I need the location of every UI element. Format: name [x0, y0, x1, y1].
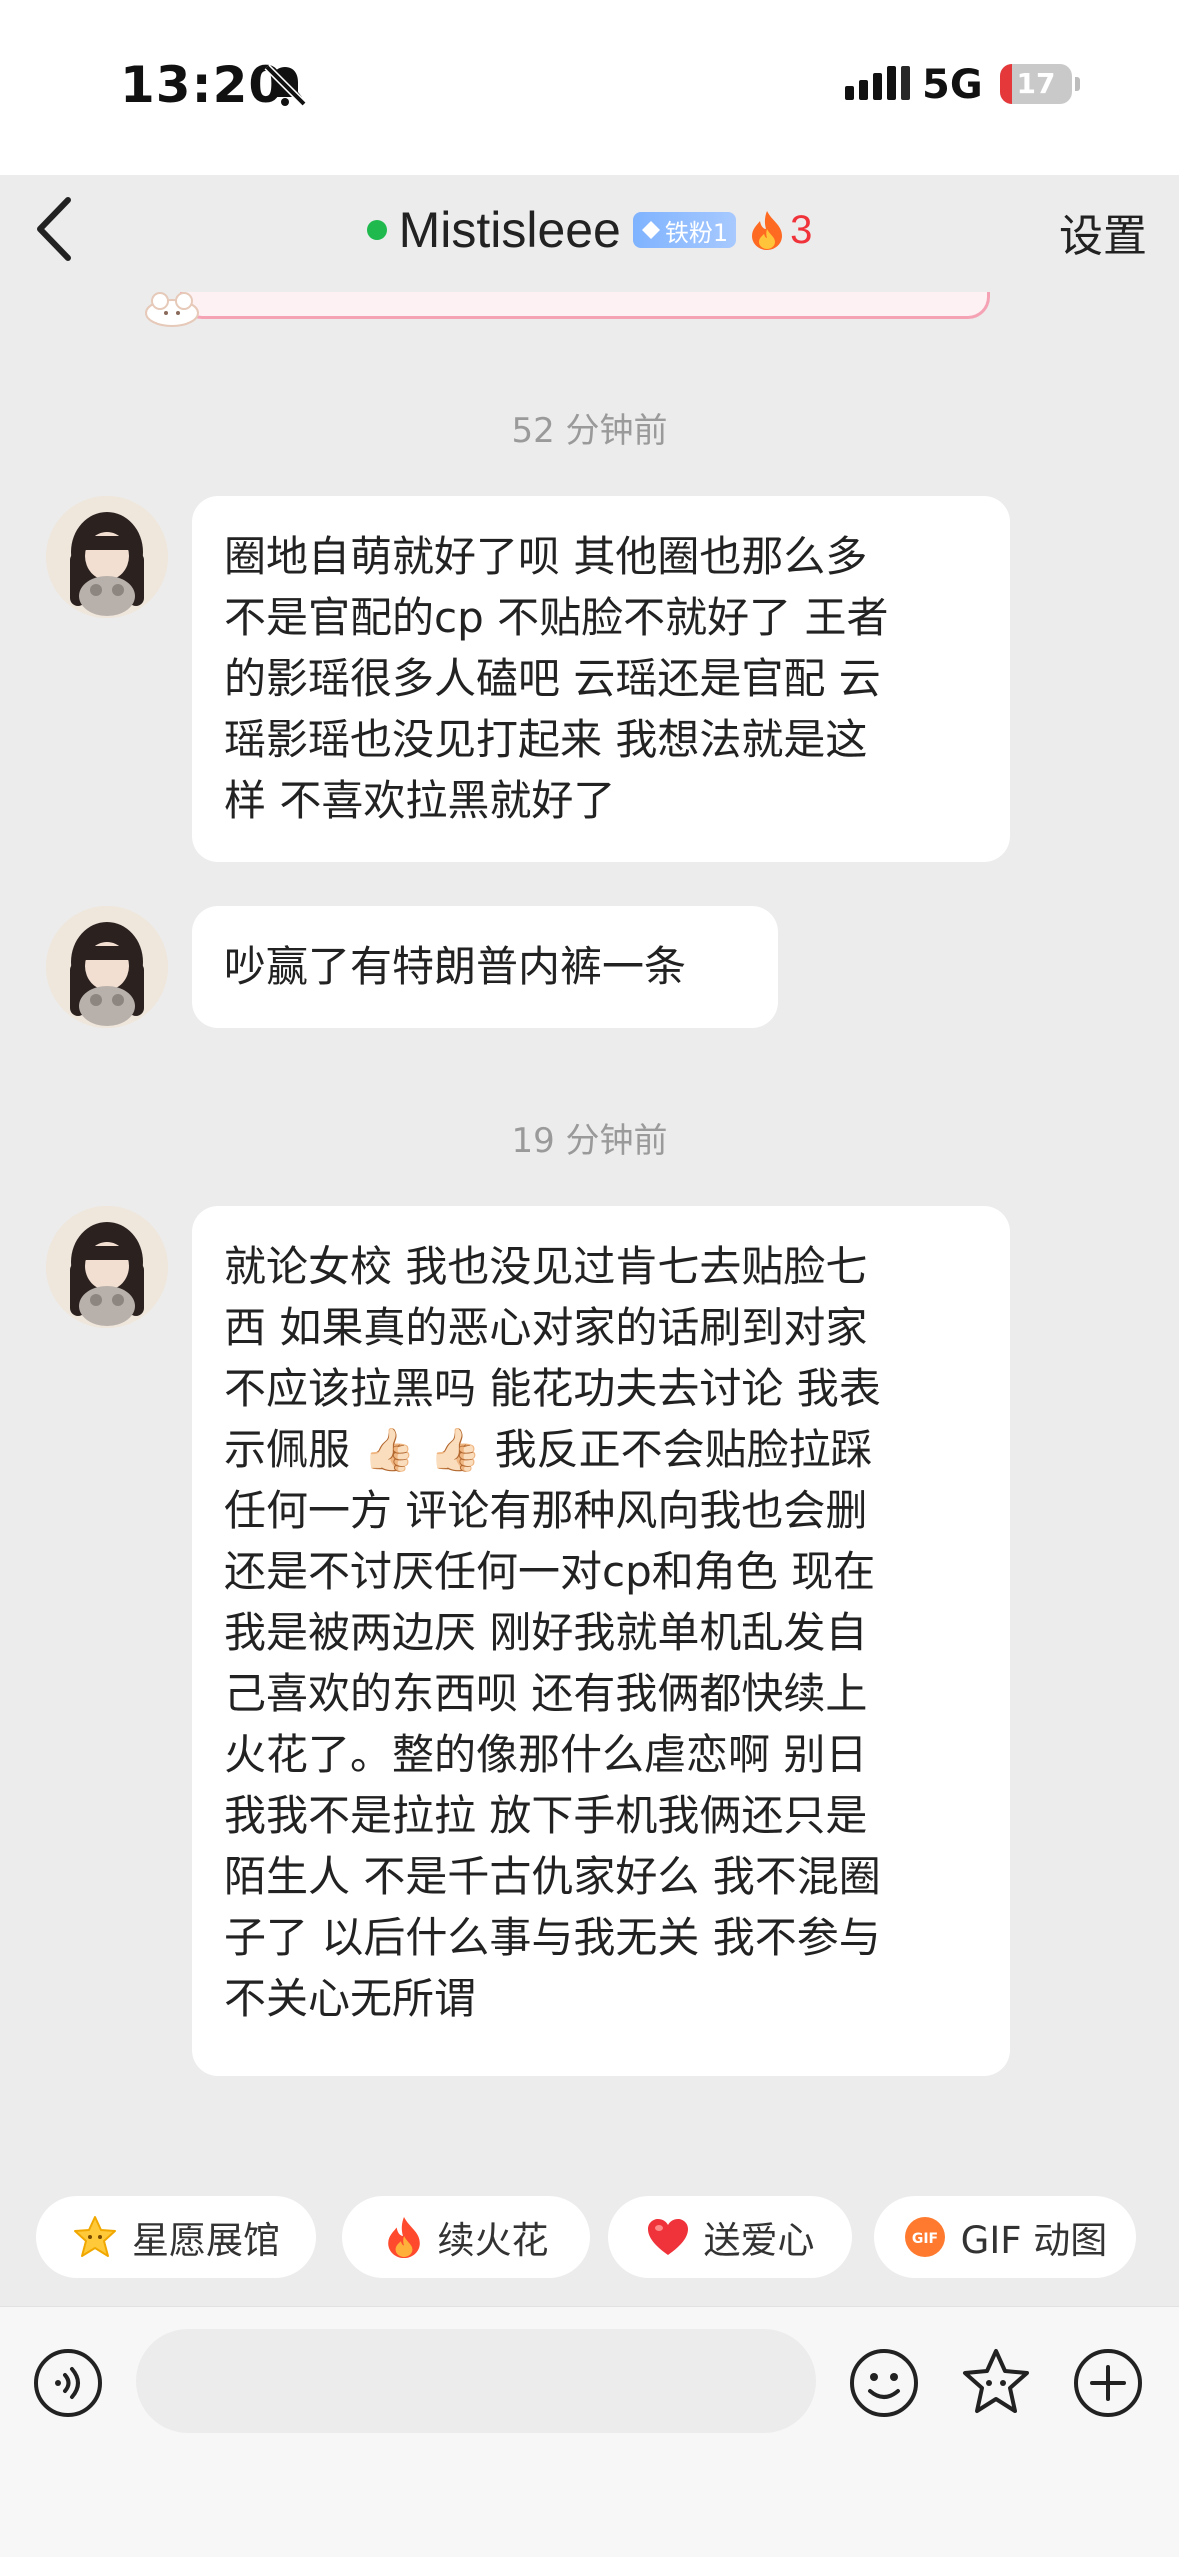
message-line: 圈地自萌就好了呗 其他圈也那么多 [224, 532, 868, 581]
message-line: 不是官配的cp 不贴脸不就好了 王者 [224, 593, 889, 642]
message-input-bar [0, 2306, 1179, 2557]
avatar-image [46, 496, 168, 618]
message-line: 西 如果真的恶心对家的话刷到对家 [224, 1303, 868, 1352]
avatar[interactable] [46, 496, 168, 618]
quick-actions-bar: 星愿展馆 续火花 送爱心 GIF GIF 动图 [0, 2182, 1179, 2300]
message-timestamp: 52 分钟前 [511, 411, 668, 451]
message-line: 任何一方 评论有那种风向我也会删 [224, 1486, 868, 1535]
fire-icon [752, 211, 783, 250]
quick-action-label: 续火花 [437, 2219, 549, 2262]
battery-nub [1075, 77, 1080, 91]
plus-icon[interactable] [1072, 2347, 1144, 2419]
message-line: 还是不讨厌任何一对cp和角色 现在 [224, 1547, 876, 1596]
message-line: 我我不是拉拉 放下手机我俩还只是 [224, 1791, 868, 1840]
sticker-star-icon[interactable] [958, 2345, 1034, 2421]
avatar[interactable] [46, 906, 168, 1028]
quick-action-label: GIF 动图 [960, 2219, 1108, 2262]
voice-input-icon[interactable] [32, 2347, 104, 2419]
message-bubble[interactable]: 就论女校 我也没见过肯七去贴脸七 西 如果真的恶心对家的话刷到对家 不应该拉黑吗… [192, 1206, 1010, 2076]
quick-action-send-heart[interactable]: 送爱心 [608, 2196, 852, 2278]
settings-button[interactable]: 设置 [1059, 200, 1147, 264]
message-line: 己喜欢的东西呗 还有我俩都快续上 [224, 1669, 868, 1718]
message-line: 火花了。整的像那什么虐恋啊 别日 [224, 1730, 868, 1779]
fan-level-badge: 铁粉1 [632, 212, 737, 248]
message-line: 不应该拉黑吗 能花功夫去讨论 我表 [224, 1364, 881, 1413]
avatar[interactable] [46, 1206, 168, 1328]
avatar-image [46, 906, 168, 1028]
quick-action-continue-fire[interactable]: 续火花 [342, 2196, 590, 2278]
bell-mute-icon [264, 64, 307, 107]
fire-count-value: 3 [790, 207, 813, 252]
message-bubble[interactable]: 圈地自萌就好了呗 其他圈也那么多 不是官配的cp 不贴脸不就好了 王者 的影瑶很… [192, 496, 1010, 862]
fan-badge-label: 铁粉1 [664, 218, 729, 247]
message-line: 吵赢了有特朗普内裤一条 [224, 942, 687, 991]
gif-icon: GIF [904, 2217, 945, 2257]
message-bubble[interactable]: 吵赢了有特朗普内裤一条 [192, 906, 778, 1028]
online-status-dot [366, 220, 387, 240]
star-icon [74, 2216, 116, 2257]
avatar-image [46, 1206, 168, 1328]
message-text-input[interactable] [136, 2329, 816, 2433]
message-line: 的影瑶很多人磕吧 云瑶还是官配 云 [224, 654, 881, 703]
emoji-icon[interactable] [848, 2347, 920, 2419]
message-line: 我是被两边厌 刚好我就单机乱发自 [224, 1608, 868, 1657]
fire-streak: 3 [748, 208, 812, 253]
quick-action-gif[interactable]: GIF GIF 动图 [874, 2196, 1136, 2278]
battery-percent: 17 [1016, 67, 1056, 100]
network-type: 5G [922, 62, 983, 108]
fire-icon [387, 2217, 420, 2259]
quick-action-star-gallery[interactable]: 星愿展馆 [36, 2196, 316, 2278]
message-line: 瑶影瑶也没见打起来 我想法就是这 [224, 715, 868, 764]
svg-text:GIF: GIF [912, 2231, 938, 2247]
cellular-signal-icon [845, 66, 910, 100]
status-time: 13:20 [120, 56, 285, 114]
message-line: 样 不喜欢拉黑就好了 [224, 776, 616, 825]
message-line: 不关心无所谓 [224, 1974, 477, 2023]
diamond-icon [641, 221, 660, 239]
message-timestamp: 19 分钟前 [511, 1121, 668, 1161]
previous-card-edge [180, 292, 990, 319]
heart-icon [647, 2219, 688, 2255]
message-line: 就论女校 我也没见过肯七去贴脸七 [224, 1242, 868, 1291]
message-line: 子了 以后什么事与我无关 我不参与 [224, 1913, 881, 1962]
sticker-icon [145, 292, 199, 327]
quick-action-label: 星愿展馆 [132, 2219, 280, 2262]
message-line: 陌生人 不是千古仇家好么 我不混圈 [224, 1852, 881, 1901]
message-line: 示佩服 👍🏻 👍🏻 我反正不会贴脸拉踩 [224, 1425, 873, 1474]
battery-icon: 17 [1000, 64, 1072, 104]
chat-header-title: Mistisleee 铁粉1 3 [0, 190, 1179, 270]
status-bar: 13:20 5G 17 Mistisleee 铁粉1 3 设置 [0, 0, 1179, 262]
quick-action-label: 送爱心 [703, 2219, 815, 2262]
contact-name[interactable]: Mistisleee [399, 201, 621, 259]
